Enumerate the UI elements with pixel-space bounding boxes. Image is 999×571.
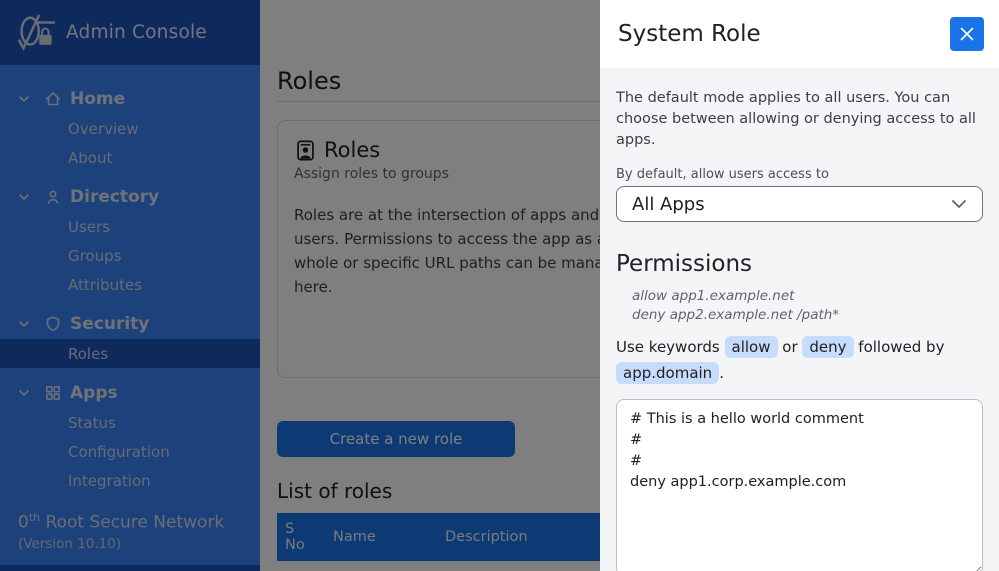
example-deny: deny app2.example.net /path* [632, 306, 983, 325]
permissions-textarea[interactable]: # This is a hello world comment # # deny… [616, 399, 983, 571]
help-text-part: Use keywords [616, 338, 725, 356]
keyword-domain-badge: app.domain [616, 362, 719, 384]
default-access-select[interactable]: All Apps [616, 186, 983, 222]
permissions-title: Permissions [616, 251, 983, 277]
help-text-part: or [778, 338, 803, 356]
close-button[interactable] [950, 17, 984, 51]
drawer-title: System Role [618, 21, 761, 47]
drawer-header: System Role [600, 0, 999, 68]
permission-examples: allow app1.example.net deny app2.example… [632, 287, 983, 325]
default-access-label: By default, allow users access to [616, 167, 983, 182]
help-text-part: followed by [854, 338, 945, 356]
drawer-body: The default mode applies to all users. Y… [600, 68, 999, 571]
system-role-drawer: System Role The default mode applies to … [600, 0, 999, 571]
chevron-down-icon [951, 199, 967, 209]
help-text-part: . [719, 364, 724, 382]
keyword-allow-badge: allow [725, 336, 778, 358]
select-value: All Apps [632, 194, 705, 215]
example-allow: allow app1.example.net [632, 287, 983, 306]
keyword-deny-badge: deny [802, 336, 853, 358]
modal-overlay[interactable] [0, 0, 600, 571]
close-icon [957, 24, 977, 44]
keywords-help-text: Use keywords allow or deny followed by a… [616, 334, 983, 386]
drawer-intro-text: The default mode applies to all users. Y… [616, 88, 983, 151]
